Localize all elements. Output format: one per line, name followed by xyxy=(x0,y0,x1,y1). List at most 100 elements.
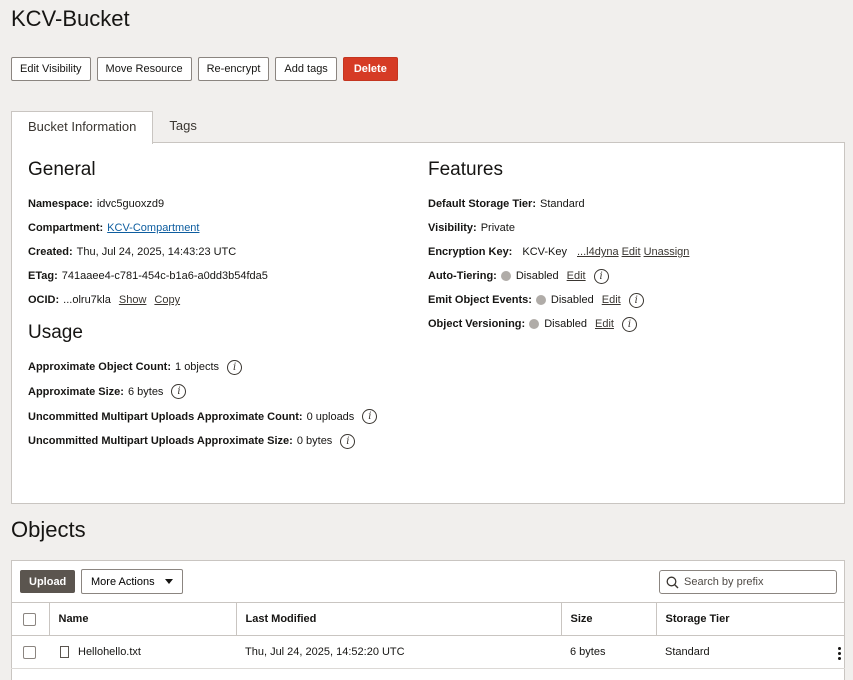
object-count-value: 1 objects xyxy=(175,361,220,373)
row-actions-kebab-icon[interactable] xyxy=(838,647,841,660)
visibility-value: Private xyxy=(480,222,515,234)
compartment-row: Compartment: KCV-Compartment xyxy=(28,216,408,240)
usage-title: Usage xyxy=(28,322,83,343)
info-icon[interactable]: i xyxy=(171,384,187,399)
select-all-cell xyxy=(11,602,49,636)
more-actions-button[interactable]: More Actions xyxy=(81,569,183,594)
move-resource-button[interactable]: Move Resource xyxy=(96,57,192,81)
versioning-edit-link[interactable]: Edit xyxy=(595,318,614,330)
multipart-size-value: 0 bytes xyxy=(296,435,333,447)
row-select-cell xyxy=(11,635,49,669)
left-column: General Namespace: idvc5guoxzd9 Compartm… xyxy=(28,143,408,453)
multipart-count-label: Uncommitted Multipart Uploads Approximat… xyxy=(28,410,303,423)
features-title: Features xyxy=(428,159,503,180)
delete-button[interactable]: Delete xyxy=(342,57,398,81)
encryption-unassign-link[interactable]: Unassign xyxy=(644,246,690,258)
etag-row: ETag: 741aaee4-c781-454c-b1a6-a0dd3b54fd… xyxy=(28,264,408,288)
info-icon[interactable]: i xyxy=(227,359,243,375)
info-icon[interactable]: i xyxy=(362,409,378,424)
multipart-count-row: Uncommitted Multipart Uploads Approximat… xyxy=(28,404,408,429)
tab-bar: Bucket Information Tags xyxy=(11,111,213,144)
versioning-label: Object Versioning: xyxy=(428,318,526,330)
encryption-edit-link[interactable]: Edit xyxy=(622,246,641,258)
action-bar: Edit Visibility Move Resource Re-encrypt… xyxy=(11,57,398,81)
auto-tiering-label: Auto-Tiering: xyxy=(428,270,497,282)
visibility-row: Visibility: Private xyxy=(428,216,828,240)
namespace-value: idvc5guoxzd9 xyxy=(96,198,165,210)
edit-visibility-button[interactable]: Edit Visibility xyxy=(11,57,91,81)
ocid-copy-link[interactable]: Copy xyxy=(154,294,180,306)
storage-tier-row: Default Storage Tier: Standard xyxy=(428,192,828,216)
ocid-label: OCID: xyxy=(28,294,60,306)
storage-tier-value: Standard xyxy=(540,198,585,210)
page-title: KCV-Bucket xyxy=(11,6,130,31)
versioning-value: Disabled xyxy=(544,318,587,330)
tab-bucket-information[interactable]: Bucket Information xyxy=(11,111,154,144)
versioning-row: Object Versioning: Disabled Edit i xyxy=(428,312,828,336)
storage-tier-label: Default Storage Tier: xyxy=(428,198,536,210)
bucket-information-panel: General Namespace: idvc5guoxzd9 Compartm… xyxy=(11,142,845,504)
namespace-label: Namespace: xyxy=(28,198,93,210)
info-icon[interactable]: i xyxy=(340,433,356,449)
objects-panel: Upload More Actions Name Last Modified S… xyxy=(11,560,845,680)
tab-tags[interactable]: Tags xyxy=(153,111,212,143)
table-row[interactable]: Hellohello.txt Thu, Jul 24, 2025, 14:52:… xyxy=(11,635,845,669)
column-header-size[interactable]: Size xyxy=(560,602,656,636)
visibility-label: Visibility: xyxy=(428,222,477,234)
object-count-label: Approximate Object Count: xyxy=(28,361,172,373)
etag-label: ETag: xyxy=(28,270,58,282)
info-icon[interactable]: i xyxy=(593,268,609,284)
emit-events-value: Disabled xyxy=(550,294,594,306)
caret-down-icon xyxy=(164,579,173,584)
status-dot xyxy=(535,295,546,305)
multipart-count-value: 0 uploads xyxy=(306,410,355,423)
row-checkbox[interactable] xyxy=(23,645,36,659)
compartment-link[interactable]: KCV-Compartment xyxy=(107,222,199,234)
approx-size-value: 6 bytes xyxy=(127,385,164,398)
right-column: Features Default Storage Tier: Standard … xyxy=(428,143,828,336)
more-actions-label: More Actions xyxy=(91,575,155,588)
approx-size-label: Approximate Size: xyxy=(28,385,124,398)
emit-events-label: Emit Object Events: xyxy=(428,294,532,306)
search-box xyxy=(659,570,837,594)
created-label: Created: xyxy=(28,246,73,258)
emit-events-row: Emit Object Events: Disabled Edit i xyxy=(428,288,828,312)
column-header-last-modified[interactable]: Last Modified xyxy=(235,602,561,636)
status-dot xyxy=(500,271,511,281)
info-icon[interactable]: i xyxy=(628,292,644,308)
encryption-key-link[interactable]: ...l4dyna xyxy=(577,246,619,258)
auto-tiering-edit-link[interactable]: Edit xyxy=(567,270,586,282)
auto-tiering-row: Auto-Tiering: Disabled Edit i xyxy=(428,264,828,288)
info-icon[interactable]: i xyxy=(621,316,637,332)
ocid-row: OCID: ...olru7kla Show Copy xyxy=(28,288,408,312)
emit-events-edit-link[interactable]: Edit xyxy=(602,294,621,306)
encryption-key-value: KCV-Key xyxy=(522,246,567,258)
object-name-cell: Hellohello.txt xyxy=(49,635,236,669)
approx-size-row: Approximate Size: 6 bytes i xyxy=(28,379,408,404)
namespace-row: Namespace: idvc5guoxzd9 xyxy=(28,192,408,216)
search-icon xyxy=(666,576,679,588)
status-dot xyxy=(529,319,540,329)
select-all-checkbox[interactable] xyxy=(23,612,36,626)
general-title: General xyxy=(28,159,96,180)
etag-value: 741aaee4-c781-454c-b1a6-a0dd3b54fda5 xyxy=(61,270,268,282)
object-storage-tier: Standard xyxy=(665,646,710,658)
objects-toolbar: Upload More Actions xyxy=(12,561,844,602)
upload-button[interactable]: Upload xyxy=(20,570,76,593)
object-name[interactable]: Hellohello.txt xyxy=(78,646,141,658)
objects-table: Name Last Modified Size Storage Tier Hel… xyxy=(11,602,845,669)
multipart-size-label: Uncommitted Multipart Uploads Approximat… xyxy=(28,435,293,447)
column-header-name[interactable]: Name xyxy=(48,602,236,636)
encryption-key-row: Encryption Key: KCV-Key ...l4dyna Edit U… xyxy=(428,240,828,264)
multipart-size-row: Uncommitted Multipart Uploads Approximat… xyxy=(28,429,408,453)
ocid-value: ...olru7kla xyxy=(63,294,111,306)
re-encrypt-button[interactable]: Re-encrypt xyxy=(197,57,270,81)
table-header-row: Name Last Modified Size Storage Tier xyxy=(11,602,845,636)
object-last-modified: Thu, Jul 24, 2025, 14:52:20 UTC xyxy=(236,635,561,669)
add-tags-button[interactable]: Add tags xyxy=(275,57,337,81)
search-input[interactable] xyxy=(684,576,834,588)
objects-title: Objects xyxy=(11,517,86,542)
created-row: Created: Thu, Jul 24, 2025, 14:43:23 UTC xyxy=(28,240,408,264)
column-header-storage-tier[interactable]: Storage Tier xyxy=(655,602,845,636)
ocid-show-link[interactable]: Show xyxy=(119,294,147,306)
